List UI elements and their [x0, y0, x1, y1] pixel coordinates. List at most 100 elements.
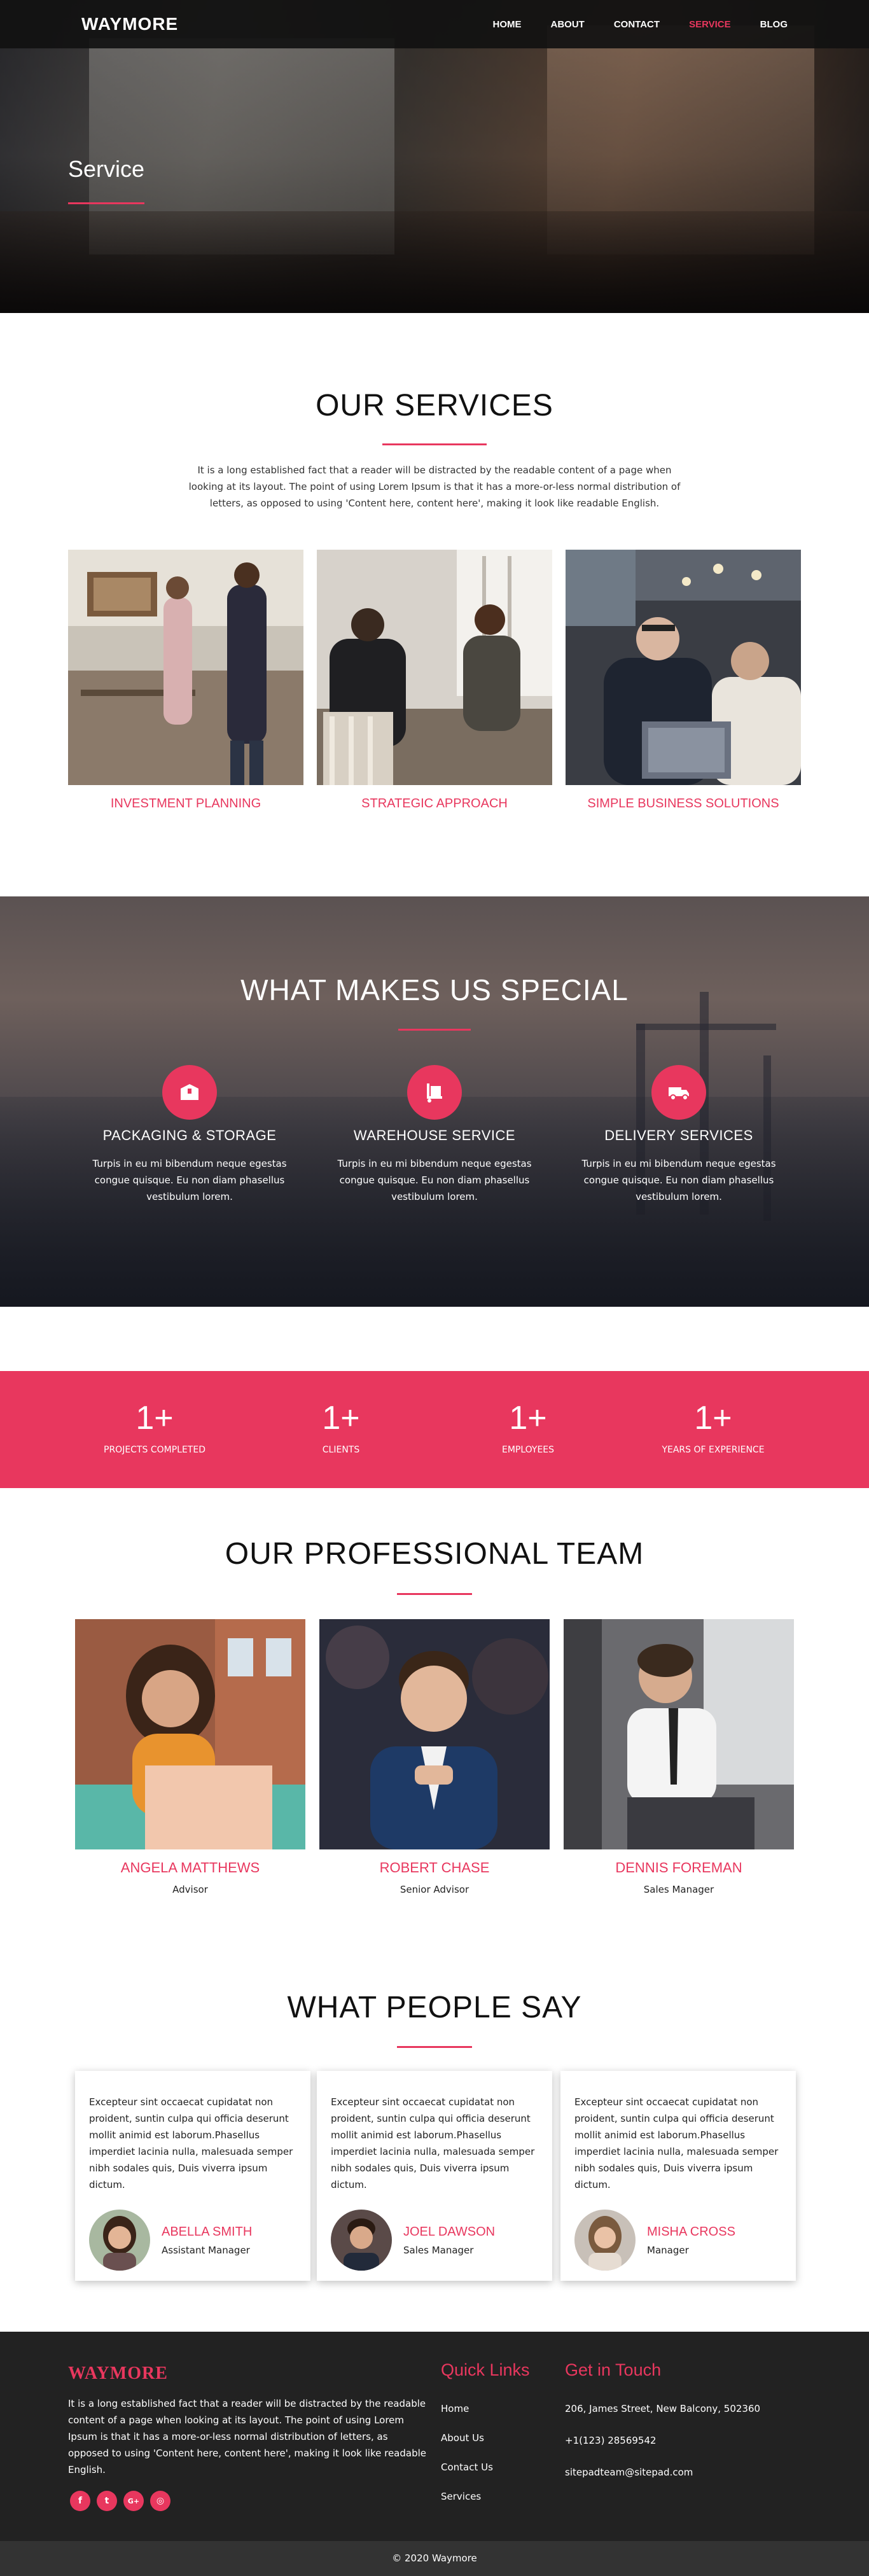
stat-item: 1+ CLIENTS: [258, 1399, 424, 1455]
stats-band: 1+ PROJECTS COMPLETED 1+ CLIENTS 1+ EMPL…: [0, 1371, 869, 1488]
testimonial-name: JOEL DAWSON: [403, 2224, 496, 2239]
special-title: WHAT MAKES US SPECIAL: [240, 973, 629, 1006]
service-image-office: [68, 550, 303, 785]
nav-item-home[interactable]: HOME: [493, 19, 522, 30]
feature-title: DELIVERY SERVICES: [604, 1127, 753, 1143]
stat-item: 1+ EMPLOYEES: [445, 1399, 611, 1455]
instagram-icon[interactable]: ◎: [150, 2491, 170, 2511]
footer-brand[interactable]: WAYMORE: [68, 2364, 168, 2384]
hero-underline: [68, 202, 144, 204]
service-label[interactable]: INVESTMENT PLANNING: [68, 797, 303, 811]
hero-title: Service: [68, 156, 145, 182]
crane-shape: [636, 1024, 776, 1030]
team-member-card[interactable]: ANGELA MATTHEWS Advisor: [75, 1619, 305, 1895]
footer: WAYMORE It is a long established fact th…: [0, 2332, 869, 2541]
stat-label: EMPLOYEES: [501, 1445, 555, 1455]
stat-label: PROJECTS COMPLETED: [104, 1445, 205, 1455]
stat-number: 1+: [509, 1400, 547, 1437]
service-label[interactable]: SIMPLE BUSINESS SOLUTIONS: [566, 797, 801, 811]
nav-menu: HOME ABOUT CONTACT SERVICE BLOG: [464, 19, 788, 30]
testimonials-underline: [397, 2046, 472, 2048]
feature-item: DELIVERY SERVICES Turpis in eu mi bibend…: [571, 1065, 787, 1205]
quick-links-title: Quick Links: [441, 2360, 530, 2379]
testimonial-author: MISHA CROSS Manager: [574, 2210, 735, 2271]
footer-link-about[interactable]: About Us: [441, 2432, 484, 2444]
service-label[interactable]: STRATEGIC APPROACH: [317, 797, 552, 811]
stat-number: 1+: [694, 1400, 732, 1437]
nav-item-blog[interactable]: BLOG: [760, 19, 788, 30]
nav-item-about[interactable]: ABOUT: [551, 19, 585, 30]
stat-item: 1+ YEARS OF EXPERIENCE: [630, 1399, 796, 1455]
stat-label: YEARS OF EXPERIENCE: [662, 1445, 765, 1455]
team-member-card[interactable]: ROBERT CHASE Senior Advisor: [319, 1619, 550, 1895]
testimonial-role: Assistant Manager: [162, 2244, 250, 2256]
team-title: OUR PROFESSIONAL TEAM: [225, 1537, 644, 1571]
feature-text: Turpis in eu mi bibendum neque egestas c…: [92, 1158, 287, 1202]
avatar: [89, 2210, 150, 2271]
testimonial-role: Manager: [647, 2244, 689, 2256]
social-links: f t G+ ◎: [70, 2491, 170, 2511]
feature-text: Turpis in eu mi bibendum neque egestas c…: [581, 1158, 776, 1202]
testimonial-text: Excepteur sint occaecat cupidatat non pr…: [331, 2096, 535, 2190]
stat-label: CLIENTS: [322, 1445, 360, 1455]
get-in-touch-title: Get in Touch: [565, 2360, 662, 2379]
avatar: [574, 2210, 636, 2271]
footer-link-home[interactable]: Home: [441, 2403, 469, 2414]
feature-item: PACKAGING & STORAGE Turpis in eu mi bibe…: [81, 1065, 298, 1205]
services-intro: It is a long established fact that a rea…: [188, 464, 681, 509]
testimonial-author: ABELLA SMITH Assistant Manager: [89, 2210, 252, 2271]
special-section: WHAT MAKES US SPECIAL PACKAGING & STORAG…: [0, 896, 869, 1307]
member-name[interactable]: ROBERT CHASE: [319, 1860, 550, 1876]
member-photo: [75, 1619, 305, 1849]
google-plus-icon[interactable]: G+: [123, 2491, 144, 2511]
footer-link-contact[interactable]: Contact Us: [441, 2461, 493, 2473]
nav-item-service[interactable]: SERVICE: [689, 19, 731, 30]
stat-item: 1+ PROJECTS COMPLETED: [72, 1399, 237, 1455]
feature-text: Turpis in eu mi bibendum neque egestas c…: [337, 1158, 532, 1202]
service-card[interactable]: SIMPLE BUSINESS SOLUTIONS: [566, 550, 801, 811]
team-underline: [397, 1593, 472, 1595]
service-card[interactable]: STRATEGIC APPROACH: [317, 550, 552, 811]
member-name[interactable]: DENNIS FOREMAN: [564, 1860, 794, 1876]
testimonial-author: JOEL DAWSON Sales Manager: [331, 2210, 495, 2271]
member-role: Advisor: [172, 1884, 208, 1895]
testimonial-card: Excepteur sint occaecat cupidatat non pr…: [75, 2071, 310, 2281]
testimonial-card: Excepteur sint occaecat cupidatat non pr…: [560, 2071, 796, 2281]
stat-number: 1+: [322, 1400, 360, 1437]
footer-email[interactable]: sitepadteam@sitepad.com: [565, 2467, 693, 2478]
service-image-workspace: [566, 550, 801, 785]
box-icon: [162, 1065, 217, 1120]
top-navbar: WAYMORE HOME ABOUT CONTACT SERVICE BLOG: [0, 0, 869, 48]
facebook-icon[interactable]: f: [70, 2491, 90, 2511]
hero-crowd: [0, 211, 869, 313]
stat-number: 1+: [136, 1400, 174, 1437]
brand-logo[interactable]: WAYMORE: [81, 14, 178, 34]
team-member-card[interactable]: DENNIS FOREMAN Sales Manager: [564, 1619, 794, 1895]
testimonial-name: ABELLA SMITH: [162, 2224, 253, 2239]
nav-item-contact[interactable]: CONTACT: [614, 19, 660, 30]
member-photo: [319, 1619, 550, 1849]
service-image-meeting: [317, 550, 552, 785]
hand-truck-icon: [407, 1065, 462, 1120]
testimonials-title: WHAT PEOPLE SAY: [287, 1991, 582, 2024]
truck-icon: [651, 1065, 706, 1120]
testimonial-text: Excepteur sint occaecat cupidatat non pr…: [574, 2096, 779, 2190]
member-name[interactable]: ANGELA MATTHEWS: [75, 1860, 305, 1876]
footer-phone[interactable]: +1(123) 28569542: [565, 2435, 657, 2446]
feature-item: WAREHOUSE SERVICE Turpis in eu mi bibend…: [326, 1065, 543, 1205]
feature-title: PACKAGING & STORAGE: [102, 1127, 277, 1143]
member-photo: [564, 1619, 794, 1849]
services-underline: [382, 443, 487, 445]
testimonial-role: Sales Manager: [403, 2244, 474, 2256]
footer-address: 206, James Street, New Balcony, 502360: [565, 2403, 761, 2414]
footer-link-services[interactable]: Services: [441, 2491, 481, 2502]
feature-title: WAREHOUSE SERVICE: [353, 1127, 516, 1143]
copyright-bar: © 2020 Waymore: [0, 2541, 869, 2576]
twitter-icon[interactable]: t: [97, 2491, 117, 2511]
special-underline: [398, 1029, 471, 1031]
avatar: [331, 2210, 392, 2271]
footer-description: It is a long established fact that a rea…: [68, 2398, 427, 2475]
testimonial-name: MISHA CROSS: [647, 2224, 735, 2239]
testimonial-card: Excepteur sint occaecat cupidatat non pr…: [317, 2071, 552, 2281]
service-card[interactable]: INVESTMENT PLANNING: [68, 550, 303, 811]
